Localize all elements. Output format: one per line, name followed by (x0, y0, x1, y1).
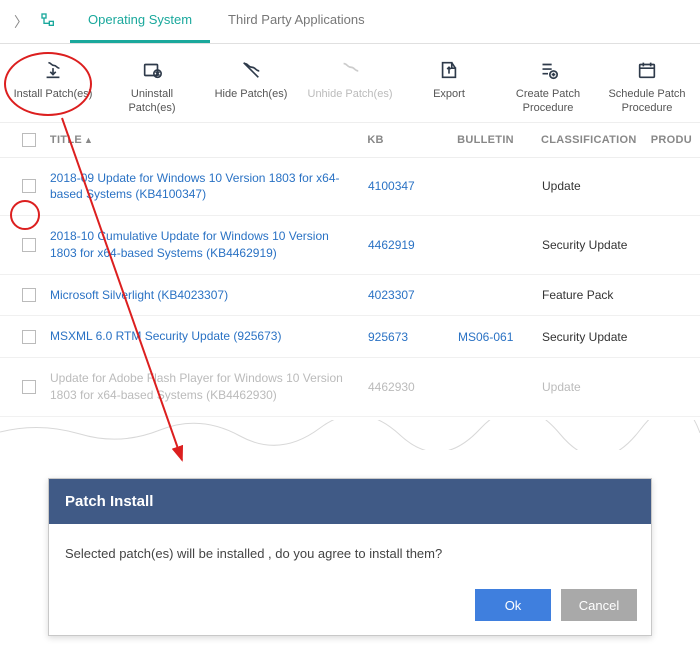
patch-title-link[interactable]: 2018-09 Update for Windows 10 Version 18… (50, 170, 368, 204)
create-procedure-button[interactable]: Create Patch Procedure (503, 58, 593, 116)
dialog-title: Patch Install (49, 479, 651, 524)
table-row: MSXML 6.0 RTM Security Update (925673) 9… (0, 316, 700, 358)
kb-link[interactable]: 925673 (368, 330, 458, 344)
patch-title-link[interactable]: Microsoft Silverlight (KB4023307) (50, 287, 368, 304)
kb-link[interactable]: 4462919 (368, 238, 458, 252)
create-icon (537, 58, 559, 82)
classification-text: Update (542, 179, 652, 193)
tabs: Operating System Third Party Application… (70, 0, 383, 43)
uninstall-label: Uninstall Patch(es) (107, 88, 197, 116)
col-product[interactable]: PRODU (651, 134, 692, 146)
export-icon (438, 58, 460, 82)
col-checkbox (8, 133, 50, 147)
row-checkbox[interactable] (22, 179, 36, 193)
create-label: Create Patch Procedure (503, 88, 593, 116)
table-row: Microsoft Silverlight (KB4023307) 402330… (0, 275, 700, 317)
bulletin-link[interactable]: MS06-061 (458, 330, 542, 344)
patch-table: 2018-09 Update for Windows 10 Version 18… (0, 158, 700, 417)
row-checkbox[interactable] (22, 238, 36, 252)
kb-link[interactable]: 4462930 (368, 380, 458, 394)
schedule-procedure-button[interactable]: Schedule Patch Procedure (602, 58, 692, 116)
kb-link[interactable]: 4100347 (368, 179, 458, 193)
col-classification[interactable]: CLASSIFICATION (541, 134, 651, 146)
classification-text: Feature Pack (542, 288, 652, 302)
ok-button[interactable]: Ok (475, 589, 551, 621)
unhide-button[interactable]: Unhide Patch(es) (305, 58, 395, 116)
uninstall-button[interactable]: Uninstall Patch(es) (107, 58, 197, 116)
cancel-button[interactable]: Cancel (561, 589, 637, 621)
expand-icon[interactable]: 〉 (8, 8, 34, 36)
dialog-footer: Ok Cancel (49, 579, 651, 635)
unhide-icon (339, 58, 361, 82)
schedule-label: Schedule Patch Procedure (602, 88, 692, 116)
tab-operating-system[interactable]: Operating System (70, 0, 210, 43)
col-title[interactable]: TITLE▲ (50, 134, 367, 146)
unhide-label: Unhide Patch(es) (308, 88, 393, 102)
select-all-checkbox[interactable] (22, 133, 36, 147)
uninstall-icon (141, 58, 163, 82)
classification-text: Security Update (542, 330, 652, 344)
hide-label: Hide Patch(es) (215, 88, 288, 102)
toolbar: Install Patch(es) Uninstall Patch(es) Hi… (0, 44, 700, 122)
hide-button[interactable]: Hide Patch(es) (206, 58, 296, 116)
patch-title-link[interactable]: MSXML 6.0 RTM Security Update (925673) (50, 328, 368, 345)
col-bulletin[interactable]: BULLETIN (457, 134, 541, 146)
dialog-message: Selected patch(es) will be installed , d… (49, 524, 651, 579)
classification-text: Update (542, 380, 652, 394)
tab-third-party[interactable]: Third Party Applications (210, 0, 383, 43)
row-checkbox[interactable] (22, 330, 36, 344)
sort-asc-icon: ▲ (84, 135, 93, 145)
patch-title-link[interactable]: 2018-10 Cumulative Update for Windows 10… (50, 228, 368, 262)
patch-title-link[interactable]: Update for Adobe Flash Player for Window… (50, 370, 368, 404)
topbar: 〉 Operating System Third Party Applicati… (0, 0, 700, 44)
classification-text: Security Update (542, 238, 652, 252)
col-kb[interactable]: KB (367, 134, 457, 146)
table-row: 2018-09 Update for Windows 10 Version 18… (0, 158, 700, 217)
row-checkbox[interactable] (22, 380, 36, 394)
export-label: Export (433, 88, 465, 102)
hide-icon (240, 58, 262, 82)
install-button[interactable]: Install Patch(es) (8, 58, 98, 116)
install-icon (42, 58, 64, 82)
column-headers: TITLE▲ KB BULLETIN CLASSIFICATION PRODU (0, 122, 700, 158)
tree-icon[interactable] (34, 8, 62, 35)
fade-mask (0, 415, 700, 465)
patch-install-dialog: Patch Install Selected patch(es) will be… (48, 478, 652, 636)
install-label: Install Patch(es) (14, 88, 93, 102)
torn-edge (0, 420, 700, 450)
row-checkbox[interactable] (22, 288, 36, 302)
table-row: Update for Adobe Flash Player for Window… (0, 358, 700, 417)
calendar-icon (636, 58, 658, 82)
export-button[interactable]: Export (404, 58, 494, 116)
kb-link[interactable]: 4023307 (368, 288, 458, 302)
table-row: 2018-10 Cumulative Update for Windows 10… (0, 216, 700, 275)
